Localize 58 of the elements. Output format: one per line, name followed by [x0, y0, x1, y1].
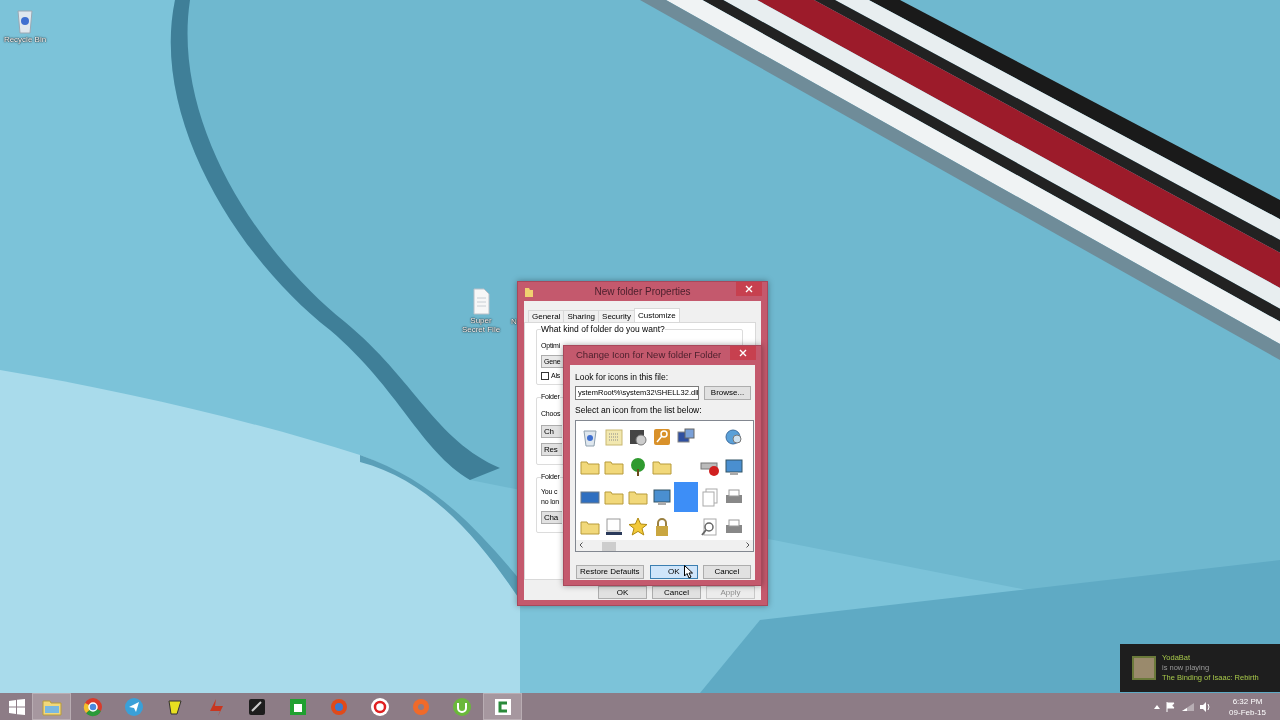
- flag-icon: [1166, 701, 1177, 712]
- action-button[interactable]: Cha: [541, 511, 562, 524]
- shopping-bag-icon: [287, 696, 308, 717]
- checkbox[interactable]: [541, 371, 549, 380]
- star-icon: [628, 516, 648, 537]
- list-icon: [604, 516, 624, 537]
- dialog-button[interactable]: Cancel: [652, 586, 701, 599]
- scroll-left-icon: [579, 542, 583, 548]
- selected-icon-option[interactable]: [674, 481, 698, 512]
- tree-icon: [628, 456, 648, 477]
- signal-icon: [1182, 702, 1195, 711]
- close-button[interactable]: [730, 346, 756, 360]
- action-button[interactable]: Res: [541, 442, 562, 456]
- chevron-up-icon: [1154, 704, 1161, 709]
- tab[interactable]: General: [528, 310, 565, 322]
- speaker-icon: [1200, 701, 1212, 712]
- dialog-button[interactable]: Restore Defaults: [576, 564, 644, 579]
- window-title: Change Icon for New folder Folder: [575, 348, 723, 363]
- tab[interactable]: Customize: [633, 308, 680, 322]
- globe-icon: [724, 426, 744, 447]
- document-icon: [471, 286, 491, 316]
- scroll-right-icon: [746, 542, 750, 548]
- documents-icon: [700, 486, 720, 507]
- tab[interactable]: Security: [598, 310, 635, 322]
- app-icon: [246, 696, 267, 717]
- browser-icon: [82, 696, 103, 717]
- key-icon: [652, 426, 672, 447]
- window-title: New folder Properties: [593, 285, 692, 299]
- clock-time: 6:32 PM: [1232, 695, 1263, 707]
- network-icon: [652, 486, 672, 507]
- mouse-pointer-icon: [684, 565, 693, 579]
- browser-icon: [328, 696, 349, 717]
- browse-button[interactable]: Browse...: [704, 385, 751, 400]
- close-button[interactable]: [736, 282, 762, 296]
- paper-plane-icon: [123, 696, 144, 717]
- windows-logo-icon: [9, 698, 25, 715]
- field-label: Select an icon from the list below:: [575, 404, 702, 415]
- field-label: Look for icons in this file:: [575, 372, 669, 382]
- tab[interactable]: Sharing: [563, 310, 600, 322]
- network-icon: [724, 456, 744, 477]
- scrollbar-thumb[interactable]: [602, 541, 616, 551]
- action-button[interactable]: Ch: [541, 424, 562, 438]
- folder-icon: [525, 286, 533, 297]
- close-icon: [745, 285, 753, 293]
- app-icon: [451, 696, 472, 717]
- browser-icon: [369, 696, 390, 717]
- dialog-button[interactable]: OK: [649, 564, 698, 579]
- app-icon: [410, 696, 431, 717]
- taskbar-button[interactable]: [483, 693, 522, 720]
- clock-date: 09-Feb-15: [1229, 706, 1266, 718]
- close-icon: [739, 349, 747, 357]
- avatar-placeholder: [1132, 656, 1156, 680]
- app-icon: [492, 696, 513, 717]
- control-panel-icon: [604, 426, 624, 447]
- group-title: What kind of folder do you want?: [541, 324, 665, 334]
- dialog-button[interactable]: OK: [598, 586, 647, 599]
- magnifier-icon: [700, 516, 720, 537]
- dialog-button[interactable]: Cancel: [702, 564, 751, 579]
